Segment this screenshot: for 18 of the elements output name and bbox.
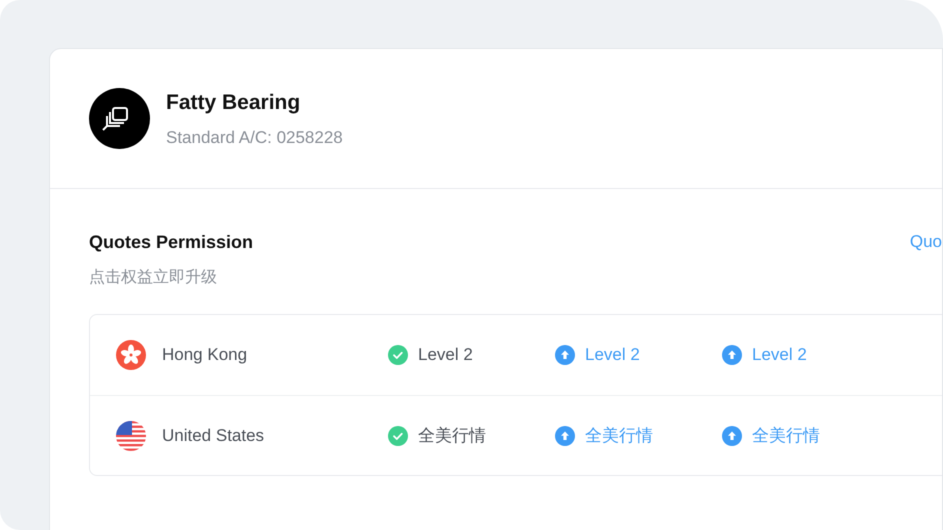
account-number: Standard A/C: 0258228: [166, 126, 343, 148]
check-icon: [388, 345, 408, 365]
section-subtitle: 点击权益立即升级: [89, 268, 218, 288]
upgrade-link[interactable]: Level 2: [752, 342, 807, 368]
level-label: 全美行情: [418, 424, 486, 447]
account-name: Fatty Bearing: [166, 90, 302, 116]
section-title: Quotes Permission: [89, 231, 254, 254]
quotes-link[interactable]: Quo: [910, 229, 942, 254]
upgrade-link[interactable]: 全美行情: [752, 422, 820, 448]
level-label: Level 2: [418, 344, 473, 366]
stars-stripes-flag-icon: [116, 420, 146, 450]
upgrade-link[interactable]: Level 2: [585, 342, 640, 368]
market-name: Hong Kong: [162, 344, 248, 366]
layered-logo-icon: [89, 88, 150, 149]
check-icon: [388, 426, 408, 446]
market-name: United States: [162, 424, 264, 447]
flower-flag-icon: [116, 340, 146, 370]
upgrade-link[interactable]: 全美行情: [585, 422, 653, 448]
